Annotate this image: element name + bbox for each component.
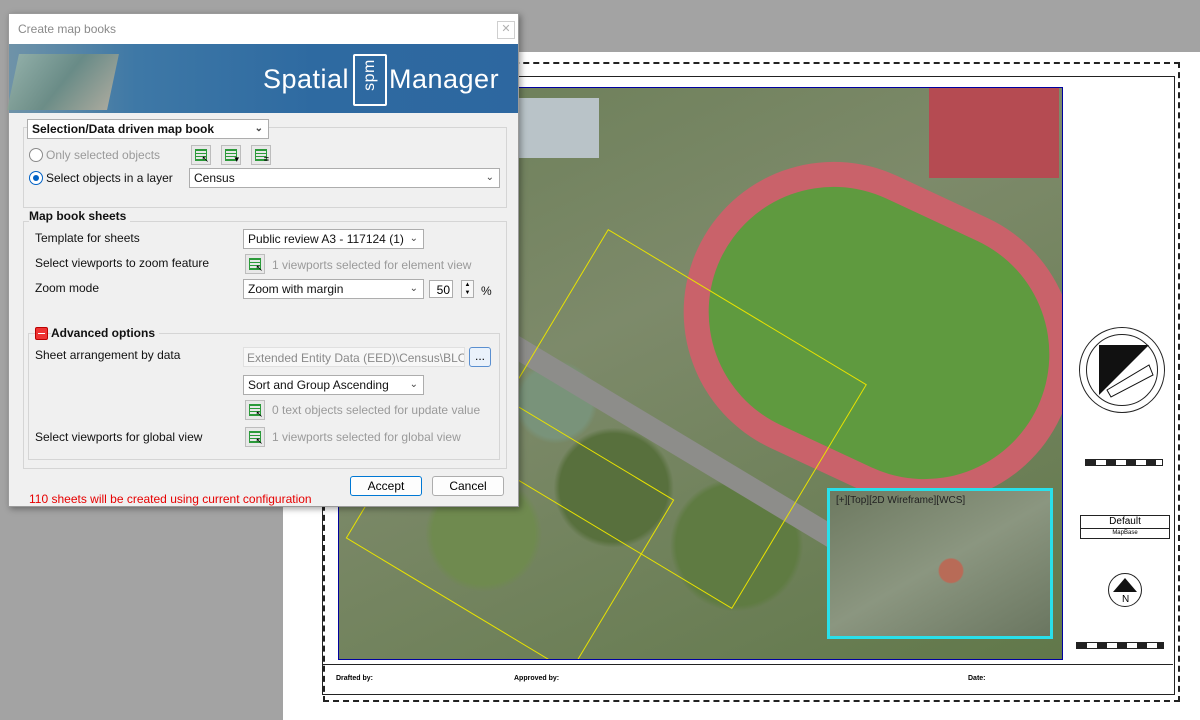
brand-banner: Spatial spm Manager xyxy=(7,44,518,113)
filter-objects-icon[interactable]: ▾ xyxy=(221,145,241,165)
drafted-by-label: Drafted by: xyxy=(336,675,373,682)
chevron-down-icon: ⌄ xyxy=(254,123,263,134)
zoom-mode-value: Zoom with margin xyxy=(248,282,344,296)
select-text-objects-icon[interactable]: ↖ xyxy=(245,400,265,420)
zoom-unit-label: % xyxy=(481,284,492,298)
viewport-label: [+][Top][2D Wireframe][WCS] xyxy=(836,495,966,506)
text-objects-status: 0 text objects selected for update value xyxy=(272,403,481,417)
select-viewports-icon[interactable]: ↖ xyxy=(245,254,265,274)
only-selected-label: Only selected objects xyxy=(46,148,161,162)
dialog-title: Create map books xyxy=(18,22,117,36)
compass-arrow-icon xyxy=(1099,345,1154,398)
chevron-down-icon: ⌄ xyxy=(409,283,418,294)
select-objects-icon[interactable]: ↖ xyxy=(191,145,211,165)
only-selected-radio[interactable] xyxy=(29,148,43,162)
collapse-advanced-icon[interactable] xyxy=(35,327,48,340)
accept-button[interactable]: Accept xyxy=(350,476,422,496)
layer-select[interactable]: Census ⌄ xyxy=(189,168,500,188)
template-label: Template for sheets xyxy=(35,231,140,245)
create-map-books-dialog[interactable]: Create map books ✕ Spatial spm Manager S… xyxy=(7,13,519,507)
zoom-mode-select[interactable]: Zoom with margin ⌄ xyxy=(243,279,424,299)
dialog-content: Selection/Data driven map book ⌄ Only se… xyxy=(9,114,518,506)
dialog-titlebar[interactable]: Create map books ✕ xyxy=(9,14,518,44)
logo-box: spm xyxy=(353,54,387,106)
logo-text-mid: spm xyxy=(360,59,378,91)
chevron-down-icon: ⌄ xyxy=(409,233,418,244)
chevron-down-icon: ⌄ xyxy=(485,172,494,183)
cancel-button[interactable]: Cancel xyxy=(432,476,504,496)
global-view-label: Select viewports for global view xyxy=(35,430,203,444)
map-book-mode-select[interactable]: Selection/Data driven map book ⌄ xyxy=(27,119,269,139)
viewports-zoom-label: Select viewports to zoom feature xyxy=(35,256,210,270)
chevron-down-icon: ⌄ xyxy=(409,379,418,390)
date-label: Date: xyxy=(968,675,986,682)
layer-select-value: Census xyxy=(194,171,235,185)
arrangement-browse-button[interactable]: ... xyxy=(469,347,491,367)
scale-bar xyxy=(1085,459,1163,466)
north-arrow-glyph: N xyxy=(1113,578,1137,605)
compass-inner xyxy=(1086,334,1158,406)
global-view-status: 1 viewports selected for global view xyxy=(272,430,461,444)
close-button[interactable]: ✕ xyxy=(497,21,515,39)
legend-title: Default xyxy=(1081,516,1169,529)
advanced-options-heading: Advanced options xyxy=(51,326,160,340)
select-global-viewports-icon[interactable]: ↖ xyxy=(245,427,265,447)
sort-select-value: Sort and Group Ascending xyxy=(248,378,389,392)
map-book-sheets-heading: Map book sheets xyxy=(29,209,131,223)
select-in-layer-label: Select objects in a layer xyxy=(46,171,173,185)
tennis-courts xyxy=(929,88,1059,178)
template-select-value: Public review A3 - 117124 (1) xyxy=(248,232,404,246)
template-select[interactable]: Public review A3 - 117124 (1) ⌄ xyxy=(243,229,424,249)
sort-select[interactable]: Sort and Group Ascending ⌄ xyxy=(243,375,424,395)
overview-viewport[interactable]: [+][Top][2D Wireframe][WCS] xyxy=(827,488,1053,639)
north-arrow-icon: N xyxy=(1108,573,1142,607)
select-in-layer-radio[interactable] xyxy=(29,171,43,185)
legend-box: Default MapBase xyxy=(1080,515,1170,539)
books-illustration xyxy=(7,54,119,110)
mode-select-value: Selection/Data driven map book xyxy=(32,122,215,136)
table-objects-icon[interactable]: ≡ xyxy=(251,145,271,165)
title-block: Drafted by: Approved by: Date: xyxy=(322,664,1173,694)
scale-bar xyxy=(1076,642,1164,649)
building-roof xyxy=(519,98,599,158)
compass-rose-icon xyxy=(1079,327,1165,413)
arrangement-field[interactable]: Extended Entity Data (EED)\Census\BLOCK xyxy=(243,347,465,367)
logo-text-right: Manager xyxy=(389,64,500,94)
zoom-margin-input[interactable]: 50 xyxy=(429,280,453,298)
zoom-mode-label: Zoom mode xyxy=(35,281,100,295)
logo-text-left: Spatial xyxy=(263,64,350,94)
legend-subtitle: MapBase xyxy=(1112,530,1138,536)
status-message: 110 sheets will be created using current… xyxy=(29,492,312,506)
approved-by-label: Approved by: xyxy=(514,675,560,682)
viewports-zoom-status: 1 viewports selected for element view xyxy=(272,258,472,272)
arrangement-label: Sheet arrangement by data xyxy=(35,348,181,362)
north-letter: N xyxy=(1122,594,1129,605)
zoom-margin-stepper[interactable]: ▲ ▼ xyxy=(461,280,474,298)
